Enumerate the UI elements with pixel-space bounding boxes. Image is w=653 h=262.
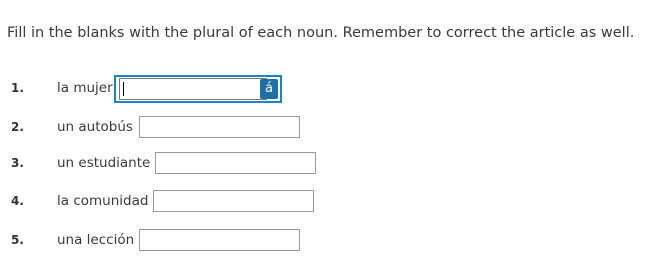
exercise-item-1: 1. la mujer á	[0, 75, 300, 103]
exercise-item-4: 4. la comunidad	[0, 190, 320, 214]
item-noun: un estudiante	[57, 155, 151, 171]
item-number: 4.	[11, 194, 24, 208]
item-number: 5.	[11, 233, 24, 247]
answer-input-3[interactable]	[155, 152, 316, 174]
item-number: 3.	[11, 156, 24, 170]
answer-input-2[interactable]	[139, 116, 300, 138]
answer-input-5[interactable]	[139, 229, 300, 251]
answer-input-4[interactable]	[153, 190, 314, 212]
accent-character-button[interactable]: á	[260, 79, 278, 99]
answer-input-1[interactable]	[119, 78, 267, 100]
item-number: 2.	[11, 120, 24, 134]
exercise-item-2: 2. un autobús	[0, 116, 310, 140]
instructions-text: Fill in the blanks with the plural of ea…	[7, 25, 635, 41]
exercise-item-3: 3. un estudiante	[0, 152, 320, 176]
item-noun: un autobús	[57, 119, 133, 135]
active-answer-container: á	[114, 75, 282, 103]
item-number: 1.	[11, 81, 24, 95]
exercise-item-5: 5. una lección	[0, 229, 310, 253]
text-caret	[123, 82, 124, 96]
item-noun: la comunidad	[57, 193, 149, 209]
item-noun: la mujer	[57, 80, 113, 96]
item-noun: una lección	[57, 232, 135, 248]
